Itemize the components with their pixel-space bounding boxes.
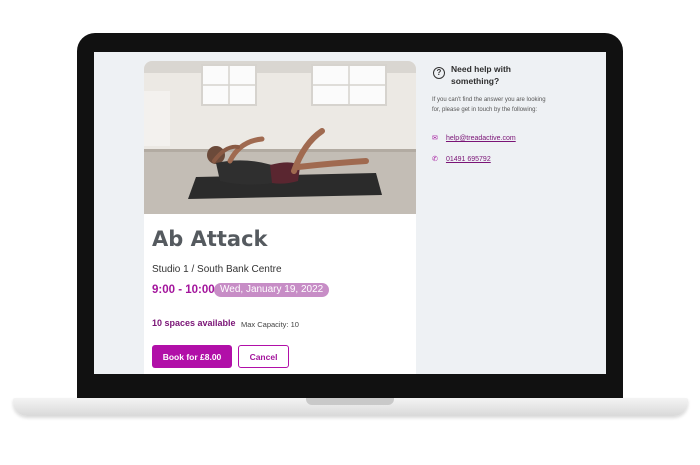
class-location: Studio 1 / South Bank Centre — [152, 264, 282, 275]
question-circle-icon: ? — [433, 67, 445, 79]
phone-icon: ✆ — [432, 156, 438, 163]
max-capacity: Max Capacity: 10 — [241, 320, 299, 329]
help-text: If you can't find the answer you are loo… — [432, 97, 546, 113]
cancel-button[interactable]: Cancel — [238, 345, 289, 368]
class-title: Ab Attack — [152, 227, 268, 251]
class-photo — [144, 61, 416, 214]
class-time: 9:00 - 10:00 — [152, 284, 215, 296]
email-link[interactable]: help@treadactive.com — [446, 135, 516, 142]
envelope-icon: ✉ — [432, 135, 438, 142]
class-card: Ab Attack Studio 1 / South Bank Centre 9… — [144, 61, 416, 374]
contact-phone-row: ✆ 01491 695792 — [432, 155, 491, 163]
contact-email-row: ✉ help@treadactive.com — [432, 134, 516, 142]
book-button[interactable]: Book for £8.00 — [152, 345, 232, 368]
phone-link[interactable]: 01491 695792 — [446, 156, 491, 163]
date-badge: Wed, January 19, 2022 — [214, 283, 330, 297]
laptop-screen: Ab Attack Studio 1 / South Bank Centre 9… — [94, 52, 606, 374]
laptop-notch — [306, 398, 394, 405]
spaces-available: 10 spaces available — [152, 318, 236, 328]
help-title: Need help with something? — [451, 64, 511, 86]
